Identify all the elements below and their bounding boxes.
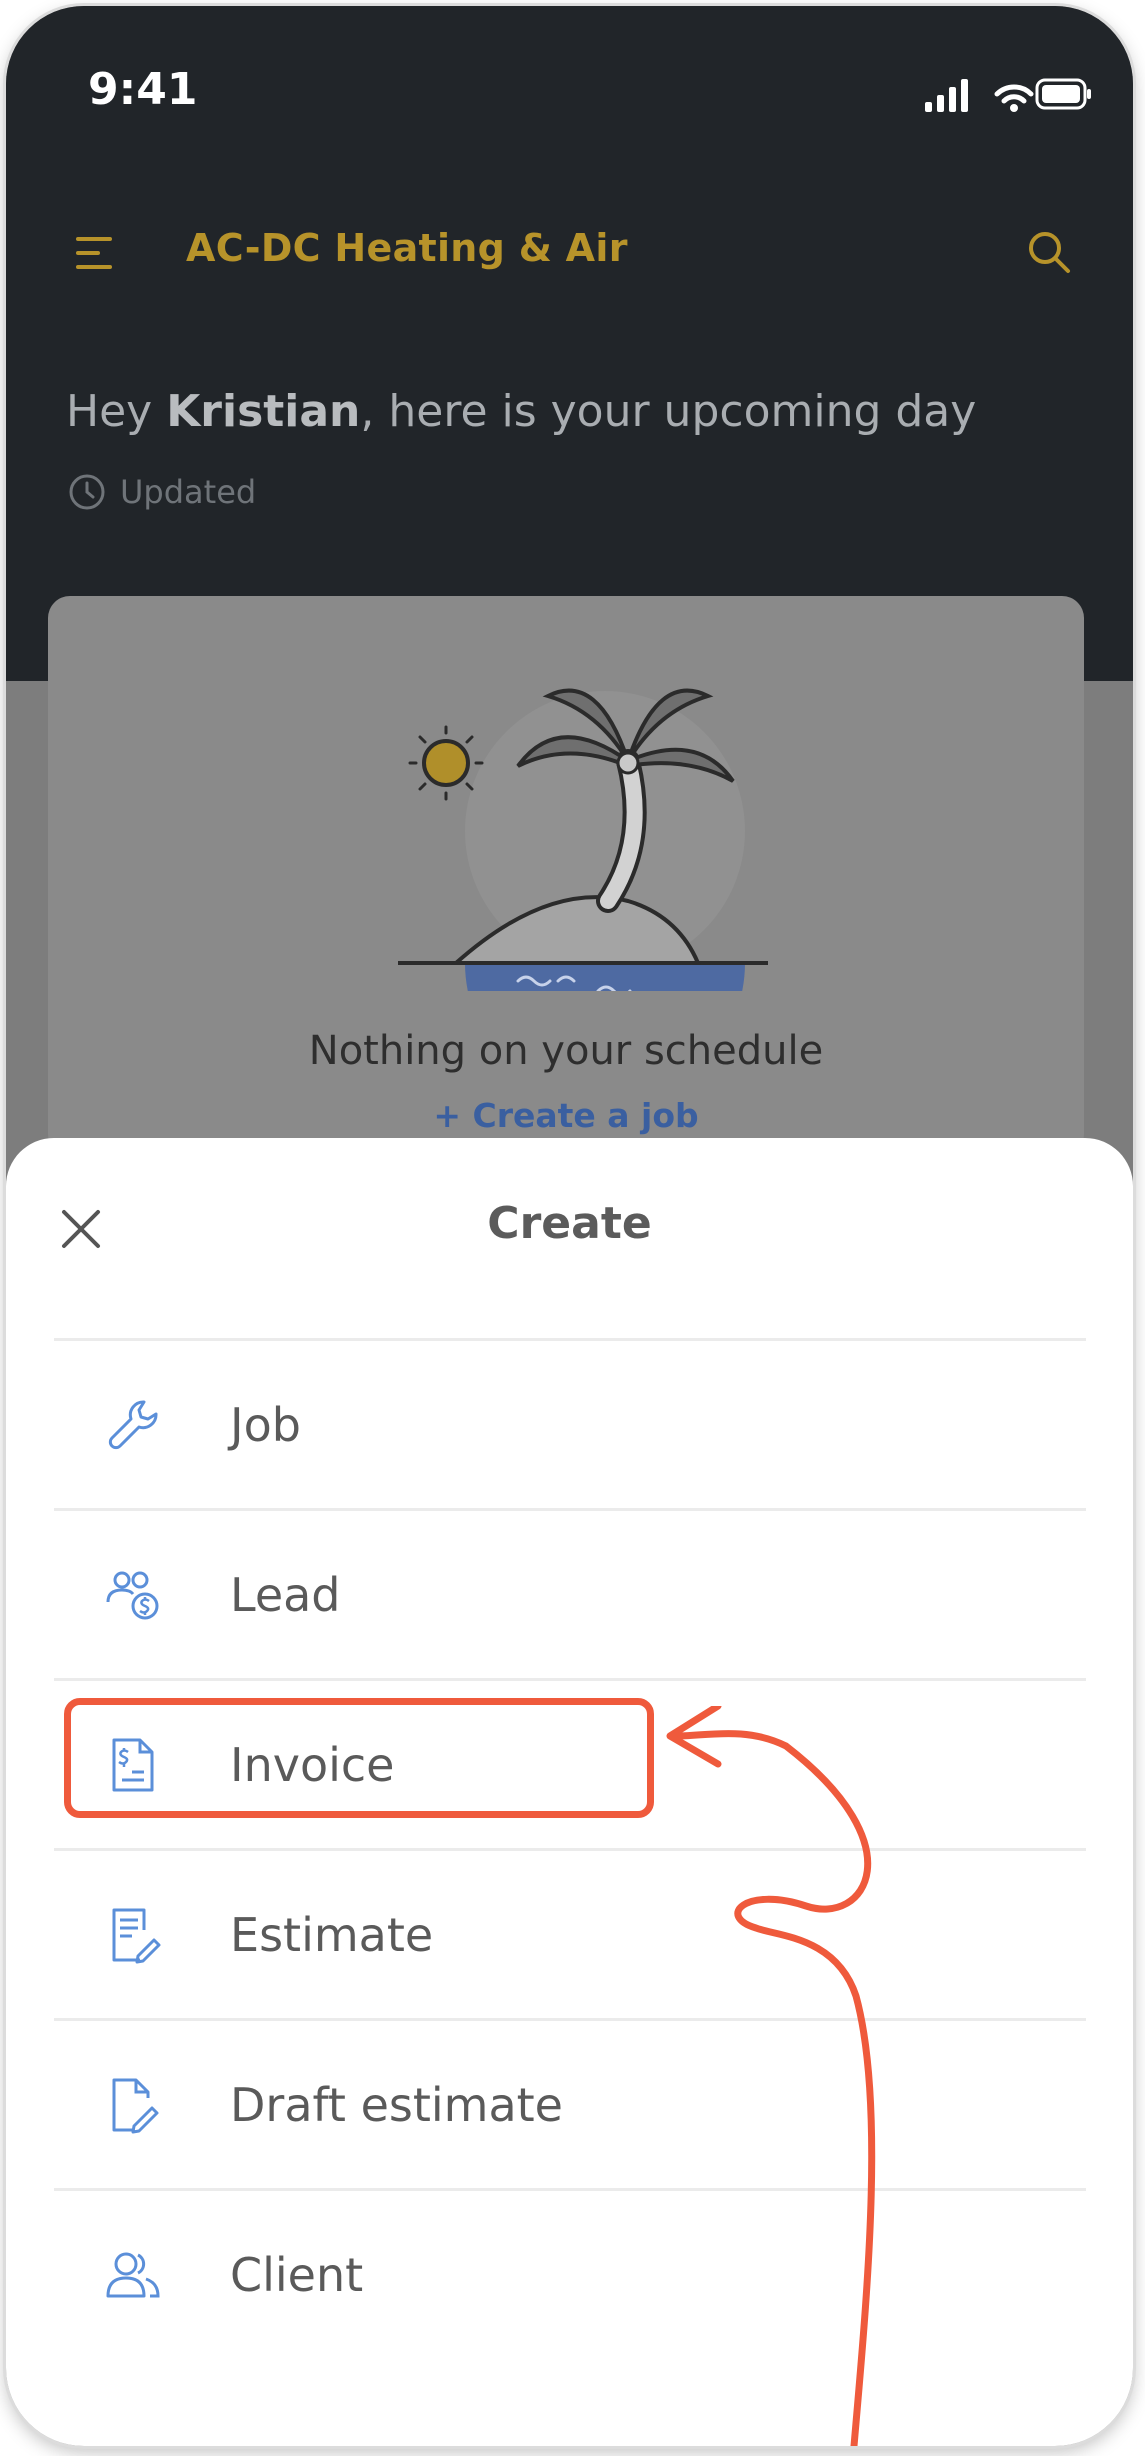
- phone-frame: 9:41 AC-DC Heating & Air Hey Kristian, h…: [6, 6, 1133, 2446]
- client-icon: [106, 2252, 160, 2297]
- app-title: AC-DC Heating & Air: [186, 226, 628, 270]
- menu-item-label: Draft estimate: [230, 2077, 563, 2132]
- menu-item-job[interactable]: Job: [54, 1338, 1086, 1508]
- updated-label: Updated: [120, 473, 257, 511]
- island-illustration: [398, 688, 768, 991]
- empty-schedule-text: Nothing on your schedule: [308, 1028, 824, 1074]
- menu-item-label: Job: [230, 1397, 301, 1452]
- greeting-name: Kristian: [166, 386, 361, 437]
- search-icon[interactable]: [1025, 228, 1073, 276]
- clock-icon: [69, 474, 105, 510]
- hamburger-menu-icon[interactable]: [74, 231, 118, 275]
- greeting: Hey Kristian, here is your upcoming day: [66, 386, 976, 437]
- status-time: 9:41: [88, 64, 198, 115]
- highlight-annotation: [64, 1698, 654, 1818]
- draft-estimate-icon: [112, 2078, 159, 2133]
- menu-item-label: Estimate: [230, 1907, 434, 1962]
- menu-item-label: Client: [230, 2247, 364, 2302]
- sheet-title: Create: [487, 1198, 652, 1249]
- annotation-arrow: [666, 1706, 876, 2446]
- greeting-suffix: , here is your upcoming day: [360, 386, 977, 437]
- users-dollar-icon: [106, 1571, 159, 1619]
- menu-item-label: Lead: [230, 1567, 341, 1622]
- create-job-link[interactable]: + Create a job: [48, 1096, 1084, 1135]
- estimate-icon: [112, 1908, 161, 1963]
- status-icons: [925, 78, 1091, 112]
- menu-item-lead[interactable]: Lead: [54, 1508, 1086, 1678]
- updated-row: Updated: [68, 472, 256, 512]
- schedule-card: Nothing on your schedule + Create a job: [48, 596, 1084, 1156]
- greeting-prefix: Hey: [66, 386, 167, 437]
- header: 9:41 AC-DC Heating & Air Hey Kristian, h…: [6, 6, 1133, 681]
- wrench-icon: [108, 1400, 158, 1449]
